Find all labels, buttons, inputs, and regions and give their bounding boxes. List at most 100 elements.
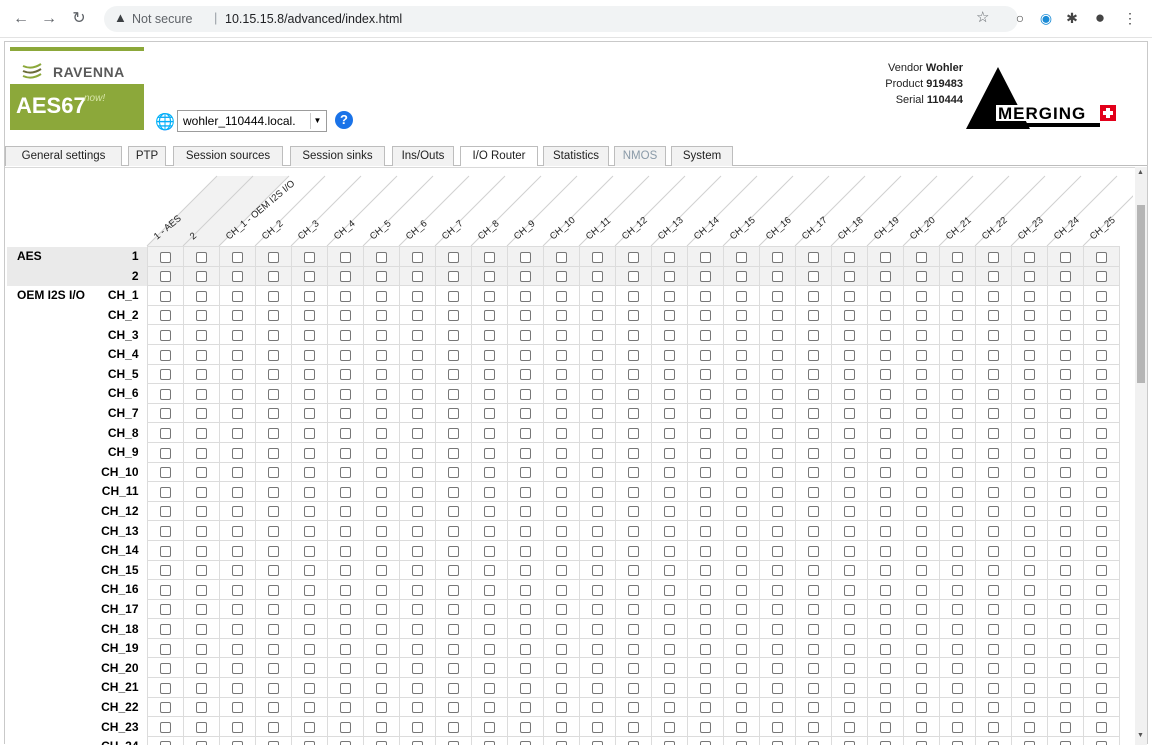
route-checkbox[interactable]	[195, 251, 207, 263]
route-checkbox[interactable]	[159, 663, 171, 675]
route-checkbox[interactable]	[303, 663, 315, 675]
route-checkbox[interactable]	[1023, 447, 1035, 459]
route-checkbox[interactable]	[879, 721, 891, 733]
route-checkbox[interactable]	[951, 702, 963, 714]
route-checkbox[interactable]	[303, 584, 315, 596]
route-checkbox[interactable]	[1023, 565, 1035, 577]
route-checkbox[interactable]	[987, 525, 999, 537]
route-checkbox[interactable]	[771, 467, 783, 479]
route-checkbox[interactable]	[771, 741, 783, 745]
route-checkbox[interactable]	[699, 643, 711, 655]
route-checkbox[interactable]	[843, 623, 855, 635]
route-checkbox[interactable]	[807, 369, 819, 381]
route-checkbox[interactable]	[699, 369, 711, 381]
route-checkbox[interactable]	[807, 486, 819, 498]
route-checkbox[interactable]	[447, 604, 459, 616]
route-checkbox[interactable]	[519, 584, 531, 596]
route-checkbox[interactable]	[411, 427, 423, 439]
route-checkbox[interactable]	[411, 447, 423, 459]
route-checkbox[interactable]	[879, 271, 891, 283]
route-checkbox[interactable]	[591, 721, 603, 733]
route-checkbox[interactable]	[375, 388, 387, 400]
route-checkbox[interactable]	[987, 486, 999, 498]
route-checkbox[interactable]	[771, 506, 783, 518]
route-checkbox[interactable]	[663, 741, 675, 745]
route-checkbox[interactable]	[879, 584, 891, 596]
route-checkbox[interactable]	[843, 408, 855, 420]
route-checkbox[interactable]	[627, 643, 639, 655]
route-checkbox[interactable]	[951, 741, 963, 745]
route-checkbox[interactable]	[807, 447, 819, 459]
route-checkbox[interactable]	[699, 408, 711, 420]
route-checkbox[interactable]	[843, 388, 855, 400]
route-checkbox[interactable]	[375, 741, 387, 745]
route-checkbox[interactable]	[627, 604, 639, 616]
route-checkbox[interactable]	[987, 349, 999, 361]
route-checkbox[interactable]	[483, 702, 495, 714]
route-checkbox[interactable]	[951, 349, 963, 361]
route-checkbox[interactable]	[843, 741, 855, 745]
route-checkbox[interactable]	[951, 467, 963, 479]
route-checkbox[interactable]	[879, 408, 891, 420]
route-checkbox[interactable]	[1095, 349, 1107, 361]
route-checkbox[interactable]	[231, 447, 243, 459]
route-checkbox[interactable]	[447, 643, 459, 655]
route-checkbox[interactable]	[951, 427, 963, 439]
route-checkbox[interactable]	[447, 663, 459, 675]
tab-ins-outs[interactable]: Ins/Outs	[392, 146, 454, 166]
route-checkbox[interactable]	[267, 741, 279, 745]
route-checkbox[interactable]	[1023, 271, 1035, 283]
route-checkbox[interactable]	[339, 408, 351, 420]
route-checkbox[interactable]	[951, 369, 963, 381]
route-checkbox[interactable]	[807, 584, 819, 596]
route-checkbox[interactable]	[915, 427, 927, 439]
route-checkbox[interactable]	[699, 721, 711, 733]
route-checkbox[interactable]	[195, 349, 207, 361]
route-checkbox[interactable]	[735, 447, 747, 459]
route-checkbox[interactable]	[1059, 290, 1071, 302]
route-checkbox[interactable]	[699, 467, 711, 479]
route-checkbox[interactable]	[843, 702, 855, 714]
route-checkbox[interactable]	[1095, 506, 1107, 518]
route-checkbox[interactable]	[663, 271, 675, 283]
route-checkbox[interactable]	[555, 290, 567, 302]
route-checkbox[interactable]	[159, 702, 171, 714]
route-checkbox[interactable]	[519, 702, 531, 714]
route-checkbox[interactable]	[1095, 663, 1107, 675]
route-checkbox[interactable]	[591, 349, 603, 361]
route-checkbox[interactable]	[447, 525, 459, 537]
route-checkbox[interactable]	[375, 310, 387, 322]
route-checkbox[interactable]	[411, 623, 423, 635]
route-checkbox[interactable]	[843, 447, 855, 459]
route-checkbox[interactable]	[339, 525, 351, 537]
route-checkbox[interactable]	[843, 310, 855, 322]
route-checkbox[interactable]	[915, 702, 927, 714]
route-checkbox[interactable]	[555, 584, 567, 596]
route-checkbox[interactable]	[411, 741, 423, 745]
route-checkbox[interactable]	[771, 271, 783, 283]
route-checkbox[interactable]	[483, 545, 495, 557]
route-checkbox[interactable]	[483, 643, 495, 655]
reload-icon[interactable]: ↻	[68, 8, 90, 30]
route-checkbox[interactable]	[1059, 741, 1071, 745]
route-checkbox[interactable]	[1023, 330, 1035, 341]
route-checkbox[interactable]	[987, 741, 999, 745]
route-checkbox[interactable]	[483, 506, 495, 518]
route-checkbox[interactable]	[627, 682, 639, 694]
route-checkbox[interactable]	[195, 388, 207, 400]
route-checkbox[interactable]	[339, 721, 351, 733]
route-checkbox[interactable]	[303, 682, 315, 694]
extension-circle-icon[interactable]: ○	[1010, 8, 1030, 28]
route-checkbox[interactable]	[879, 565, 891, 577]
route-checkbox[interactable]	[843, 506, 855, 518]
route-checkbox[interactable]	[231, 663, 243, 675]
route-checkbox[interactable]	[447, 682, 459, 694]
route-checkbox[interactable]	[663, 310, 675, 322]
route-checkbox[interactable]	[627, 408, 639, 420]
route-checkbox[interactable]	[195, 741, 207, 745]
route-checkbox[interactable]	[879, 310, 891, 322]
route-checkbox[interactable]	[1059, 545, 1071, 557]
route-checkbox[interactable]	[231, 408, 243, 420]
route-checkbox[interactable]	[735, 741, 747, 745]
route-checkbox[interactable]	[663, 604, 675, 616]
